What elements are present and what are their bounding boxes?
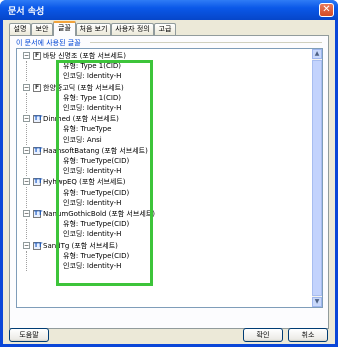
cancel-button[interactable]: 취소 [288, 328, 328, 342]
collapse-icon[interactable]: − [23, 146, 30, 154]
font-type: 유형: TrueType(CID) [63, 156, 130, 165]
font-name: SandTg (포함 서브세트) [43, 241, 118, 250]
truetype-font-icon: TT [33, 115, 43, 124]
document-properties-window: 문서 속성 ✕ 설명 보안 글꼴 처음 보기 사용자 정의 고급 이 문서에 사… [0, 0, 338, 347]
font-name: HyhwpEQ (포함 서브세트) [43, 178, 126, 187]
tab-security[interactable]: 보안 [31, 23, 53, 35]
font-type: 유형: TrueType(CID) [63, 251, 130, 260]
tree-guide-line [26, 124, 27, 145]
title-bar[interactable]: 문서 속성 ✕ [0, 0, 338, 20]
tree-guide-line [26, 219, 27, 240]
font-encoding: 인코딩: Identity-H [63, 261, 122, 270]
font-name: HaansoftBatang (포함 서브세트) [43, 146, 148, 155]
font-name: 바탕 신명조 (포함 서브세트) [43, 52, 126, 60]
font-type: 유형: TrueType(CID) [63, 220, 130, 229]
collapse-icon[interactable]: − [23, 210, 30, 217]
tree-guide-line [26, 155, 27, 177]
font-type: 유형: TrueType(CID) [63, 188, 130, 197]
font-encoding: 인코딩: Identity-H [63, 230, 122, 239]
tree-guide-line [26, 92, 27, 113]
window-title: 문서 속성 [8, 7, 45, 17]
collapse-icon[interactable]: − [23, 178, 30, 186]
font-name: NanumGothicBold (포함 서브세트) [43, 210, 155, 218]
font-name: 한양중고딕 (포함 서브세트) [43, 83, 124, 92]
font-encoding: 인코딩: Ansi [63, 135, 102, 144]
tab-custom[interactable]: 사용자 정의 [111, 23, 154, 35]
font-encoding: 인코딩: Identity-H [63, 167, 122, 176]
tree-guide-line [26, 61, 27, 82]
truetype-font-icon: TT [33, 146, 43, 155]
font-encoding: 인코딩: Identity-H [63, 103, 122, 112]
tree-guide-line [26, 187, 27, 208]
truetype-font-icon: TT [33, 178, 43, 187]
type1-font-icon: F [33, 83, 41, 92]
fonts-panel: 이 문서에 사용된 글꼴 − F 바탕 신명조 (포함 서브세트) 유형: Type … [9, 35, 329, 329]
font-tree[interactable]: − F 바탕 신명조 (포함 서브세트) 유형: Type 1(CID) 인코딩: Id… [16, 48, 323, 308]
tab-description[interactable]: 설명 [9, 23, 31, 35]
ok-button[interactable]: 확인 [243, 328, 283, 342]
type1-font-icon: F [33, 52, 41, 60]
tab-fonts[interactable]: 글꼴 [53, 21, 76, 36]
collapse-icon[interactable]: − [23, 83, 30, 91]
font-encoding: 인코딩: Identity-H [63, 72, 122, 81]
collapse-icon[interactable]: − [23, 52, 30, 59]
tree-guide-line [26, 250, 27, 271]
collapse-icon[interactable]: − [23, 241, 30, 249]
scroll-down-icon[interactable]: ▼ [312, 297, 322, 307]
dialog-client: 설명 보안 글꼴 처음 보기 사용자 정의 고급 이 문서에 사용된 글꼴 − F… [3, 20, 335, 344]
scroll-thumb[interactable] [312, 60, 322, 296]
vertical-scrollbar[interactable]: ▲ ▼ [312, 49, 322, 307]
close-icon[interactable]: ✕ [319, 3, 334, 17]
group-label: 이 문서에 사용된 글꼴 [16, 39, 81, 47]
truetype-font-icon: TT [33, 241, 43, 250]
truetype-font-icon: TT [33, 210, 43, 218]
font-type: 유형: Type 1(CID) [63, 62, 122, 71]
font-encoding: 인코딩: Identity-H [63, 198, 122, 207]
tab-initial-view[interactable]: 처음 보기 [76, 23, 111, 35]
font-type: 유형: Type 1(CID) [63, 93, 122, 102]
font-type: 유형: TrueType [63, 125, 112, 134]
tab-advanced[interactable]: 고급 [154, 23, 176, 35]
group-divider [90, 42, 322, 43]
collapse-icon[interactable]: − [23, 115, 30, 123]
font-name: Dinmed (포함 서브세트) [43, 115, 119, 124]
scroll-up-icon[interactable]: ▲ [312, 49, 322, 59]
help-button[interactable]: 도움말 [9, 328, 49, 342]
